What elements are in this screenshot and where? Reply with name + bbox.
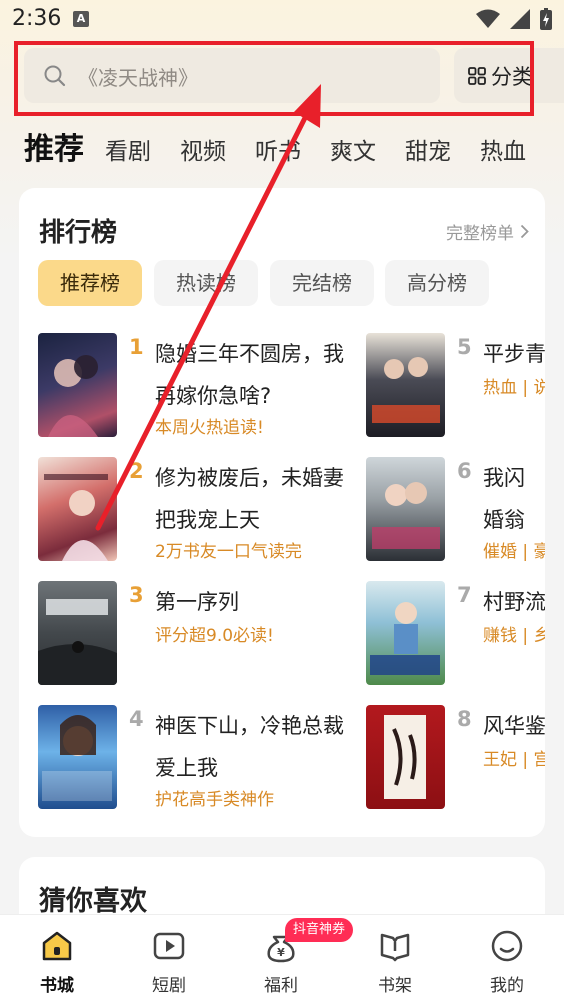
nav-bookshelf[interactable]: 书架 [350,915,440,1002]
search-placeholder: 《凌天战神》 [78,66,198,90]
nav-label: 书城 [40,976,74,996]
rank-number: 6 [457,459,472,483]
book-tag: 催婚 | 豪 [483,542,545,562]
rank-tab-finished[interactable]: 完结榜 [270,260,374,306]
book-tag: 王妃 | 宫 [483,750,545,770]
book-tag: 2万书友一口气读完 [155,542,302,562]
svg-text:¥: ¥ [277,946,285,959]
nav-short-drama[interactable]: 短剧 [124,915,214,1002]
rank-number: 7 [457,583,472,607]
ranking-title: 排行榜 [39,218,118,248]
rank-number: 5 [457,335,472,359]
search-icon [44,65,66,87]
rank-number: 1 [129,335,144,359]
book-item[interactable]: 1 隐婚三年不圆房，我再嫁你急啥? 本周火热追读! [38,333,344,439]
book-tag: 本周火热追读! [155,418,264,438]
book-item[interactable]: 5 平步青 热血 | 说 [366,333,545,439]
book-tag: 赚钱 | 乡 [483,626,545,646]
book-tag: 热血 | 说 [483,378,545,398]
nav-label: 短剧 [152,976,186,996]
nav-mine[interactable]: 我的 [462,915,552,1002]
rank-tab-recommend[interactable]: 推荐榜 [38,260,142,306]
tab-video[interactable]: 视频 [180,132,226,166]
book-cover [366,581,445,685]
rank-tab-hot[interactable]: 热读榜 [154,260,258,306]
book-item[interactable]: 3 第一序列 评分超9.0必读! [38,581,338,687]
tab-drama[interactable]: 看剧 [105,132,151,166]
ranking-card: 排行榜 完整榜单 推荐榜 热读榜 完结榜 高分榜 1 隐婚三年不圆房，我再嫁你急… [19,188,545,837]
book-title: 隐婚三年不圆房，我再嫁你急啥? [155,342,344,408]
book-tag: 护花高手类神作 [155,790,274,810]
tab-shuangwen[interactable]: 爽文 [330,132,376,166]
book-item[interactable]: 8 风华鉴 王妃 | 宫 [366,705,545,811]
book-cover [38,581,117,685]
smile-icon [491,930,523,962]
book-open-icon [380,933,410,962]
tab-recommend[interactable]: 推荐 [24,124,84,168]
search-row: 《凌天战神》 分类 [24,48,564,103]
category-label: 分类 [491,65,533,89]
book-cover [366,333,445,437]
book-tag: 评分超9.0必读! [155,626,274,646]
category-button[interactable]: 分类 [454,48,564,103]
tab-audiobook[interactable]: 听书 [255,132,301,166]
play-icon [153,932,185,960]
nav-label: 书架 [378,976,412,996]
promo-badge: 抖音神券 [285,918,353,942]
notification-icon: A [73,11,89,27]
nav-label: 我的 [490,976,524,996]
book-title: 平步青 [483,342,545,366]
book-title: 风华鉴 [483,714,545,738]
rank-number: 4 [129,707,144,731]
book-item[interactable]: 6 我闪婚翁 催婚 | 豪 [366,457,545,563]
book-item[interactable]: 4 神医下山，冷艳总裁爱上我 护花高手类神作 [38,705,344,811]
book-cover [38,457,117,561]
full-ranking-link[interactable]: 完整榜单 [446,219,529,244]
rank-tab-high-score[interactable]: 高分榜 [385,260,489,306]
battery-icon [540,8,552,30]
book-cover [366,705,445,809]
tab-hot-blood[interactable]: 热血 [480,132,526,166]
book-title: 修为被废后，未婚妻把我宠上天 [155,466,344,532]
book-title: 第一序列 [155,590,239,614]
rank-number: 2 [129,459,144,483]
wifi-icon [476,9,500,28]
book-title: 村野流 [483,590,545,614]
nav-bookstore[interactable]: 书城 [12,915,102,1002]
book-item[interactable]: 2 修为被废后，未婚妻把我宠上天 2万书友一口气读完 [38,457,344,563]
status-bar: 2:36 A [0,0,564,38]
tab-sweet[interactable]: 甜宠 [405,132,451,166]
status-icons [476,8,552,30]
rank-number: 3 [129,583,144,607]
book-title: 神医下山，冷艳总裁爱上我 [155,714,344,780]
home-icon [42,931,72,961]
nav-label: 福利 [264,976,298,996]
book-cover [38,705,117,809]
signal-icon [510,9,530,29]
book-cover [38,333,117,437]
book-title: 我闪婚翁 [483,466,525,532]
book-cover [366,457,445,561]
status-time: 2:36 [12,6,62,31]
chevron-right-icon [520,224,529,239]
rank-number: 8 [457,707,472,731]
search-input[interactable]: 《凌天战神》 [24,48,440,103]
full-ranking-label: 完整榜单 [446,224,514,244]
book-item[interactable]: 7 村野流 赚钱 | 乡 [366,581,545,687]
grid-icon [468,67,486,85]
guess-title: 猜你喜欢 [39,886,147,917]
bottom-nav: 书城 短剧 ¥ 福利 书架 我的 [0,914,564,1002]
